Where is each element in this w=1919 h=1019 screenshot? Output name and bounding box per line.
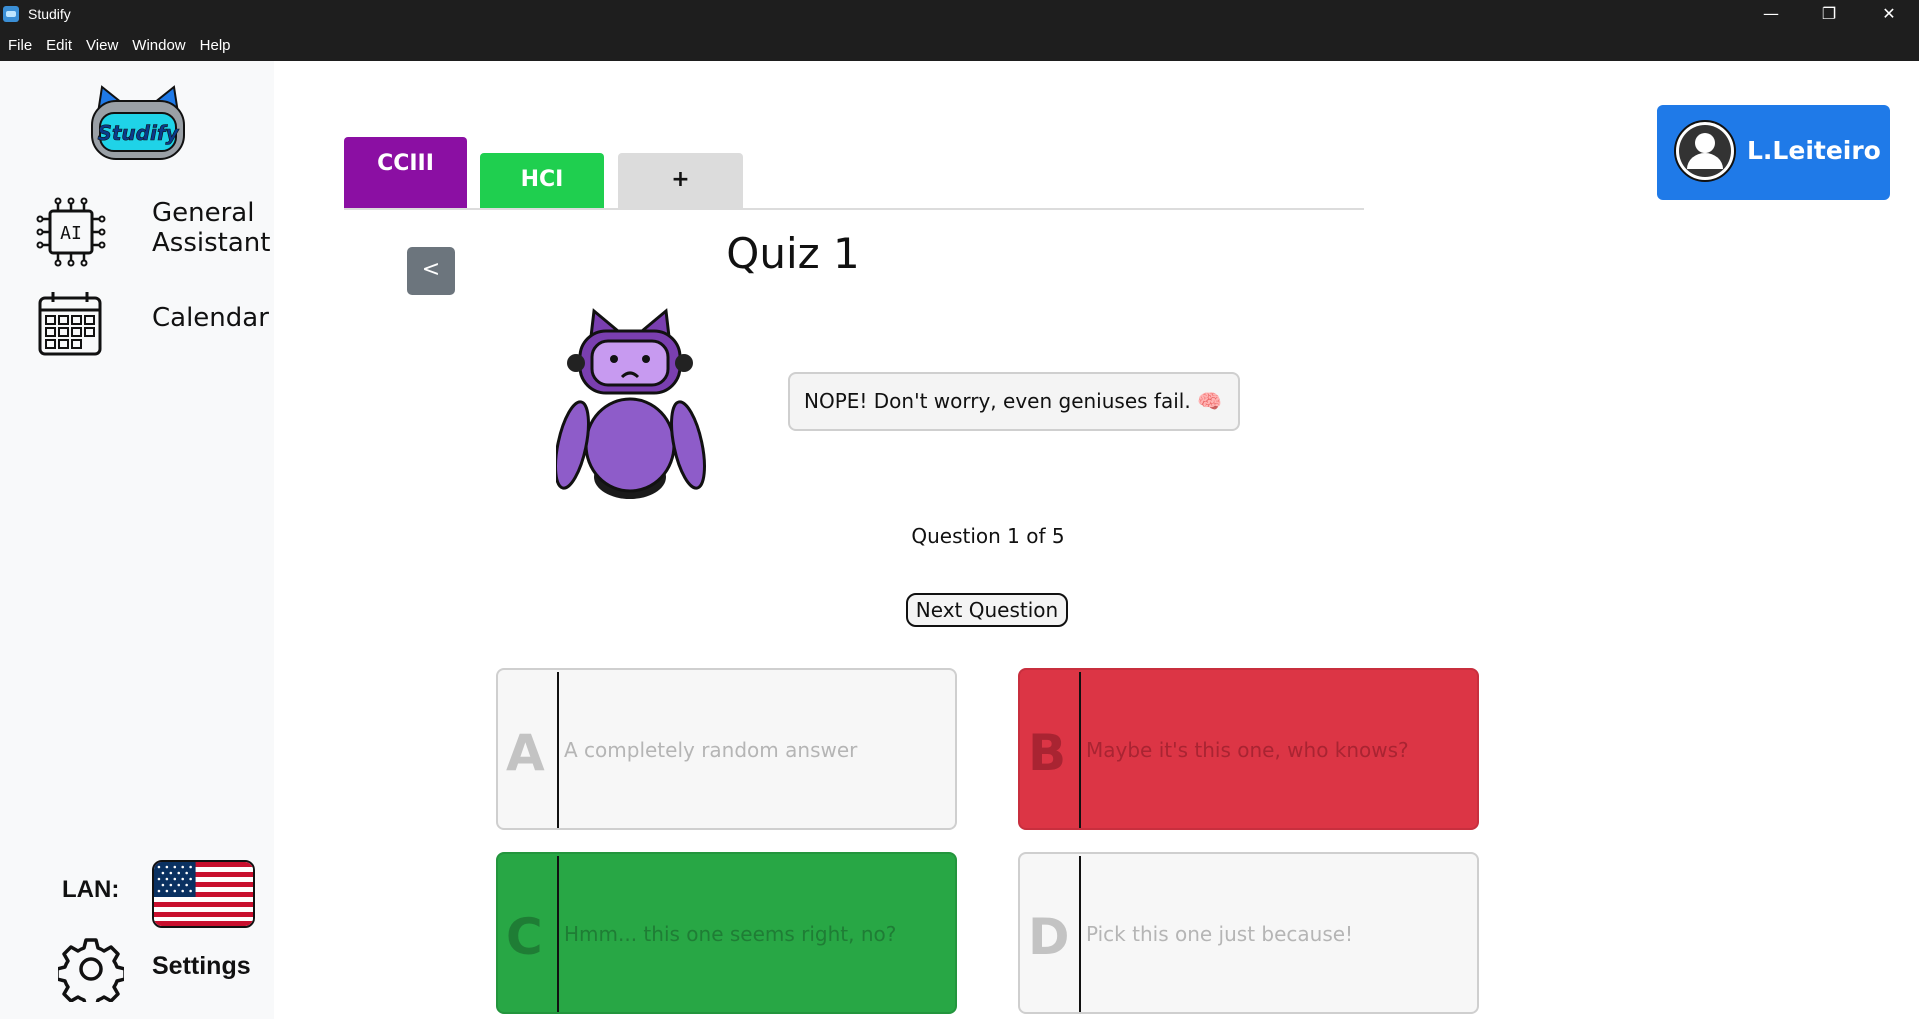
svg-text:AI: AI bbox=[60, 223, 82, 244]
answer-option-b[interactable]: B Maybe it's this one, who knows? bbox=[1018, 668, 1479, 830]
answer-letter: D bbox=[1028, 908, 1070, 966]
answer-divider bbox=[1079, 856, 1081, 1012]
menu-file[interactable]: File bbox=[8, 37, 32, 54]
settings-label[interactable]: Settings bbox=[152, 952, 251, 981]
add-tab-button[interactable]: + bbox=[618, 153, 743, 209]
app-icon bbox=[3, 6, 19, 22]
minimize-button[interactable]: — bbox=[1742, 0, 1800, 30]
answer-letter: A bbox=[506, 724, 545, 782]
answer-option-a[interactable]: A A completely random answer bbox=[496, 668, 957, 830]
menu-help[interactable]: Help bbox=[200, 37, 231, 54]
answer-letter: C bbox=[506, 908, 543, 966]
answer-letter: B bbox=[1028, 724, 1067, 782]
window-title: Studify bbox=[28, 6, 71, 22]
menu-window[interactable]: Window bbox=[132, 37, 185, 54]
gear-icon[interactable] bbox=[58, 936, 124, 1002]
tab-cciii[interactable]: CCIII bbox=[344, 137, 467, 209]
sidebar-item-calendar[interactable]: Calendar bbox=[36, 288, 269, 358]
answer-option-c[interactable]: C Hmm... this one seems right, no? bbox=[496, 852, 957, 1014]
sidebar-item-label: General bbox=[152, 198, 255, 228]
title-bar: Studify — ❐ ✕ bbox=[0, 0, 1919, 30]
user-profile-button[interactable]: L.Leiteiro bbox=[1657, 105, 1890, 200]
question-counter: Question 1 of 5 bbox=[911, 524, 1065, 548]
user-avatar-icon bbox=[1674, 120, 1736, 182]
us-flag-icon[interactable] bbox=[152, 860, 255, 928]
user-name: L.Leiteiro bbox=[1747, 136, 1881, 165]
language-label: LAN: bbox=[62, 876, 120, 903]
answer-option-d[interactable]: D Pick this one just because! bbox=[1018, 852, 1479, 1014]
quiz-title: Quiz 1 bbox=[726, 229, 860, 278]
feedback-bubble: NOPE! Don't worry, even geniuses fail. 🧠 bbox=[788, 372, 1240, 431]
sidebar: Studify AI General Assistant Calendar LA… bbox=[0, 61, 274, 1019]
mascot-illustration bbox=[556, 308, 706, 499]
ai-chip-icon: AI bbox=[36, 197, 106, 267]
close-button[interactable]: ✕ bbox=[1860, 0, 1918, 30]
menu-edit[interactable]: Edit bbox=[46, 37, 72, 54]
sidebar-item-general-assistant[interactable]: AI General Assistant bbox=[36, 197, 270, 267]
svg-text:Studify: Studify bbox=[97, 121, 179, 145]
answer-text: A completely random answer bbox=[564, 738, 858, 762]
menu-view[interactable]: View bbox=[86, 37, 118, 54]
calendar-icon bbox=[38, 292, 102, 356]
tab-hci[interactable]: HCI bbox=[480, 153, 604, 209]
next-question-button[interactable]: Next Question bbox=[906, 593, 1068, 627]
studify-logo[interactable]: Studify bbox=[84, 83, 192, 163]
tab-divider bbox=[344, 208, 1364, 210]
answer-text: Pick this one just because! bbox=[1086, 922, 1354, 946]
sidebar-item-label: Assistant bbox=[152, 228, 271, 258]
answer-divider bbox=[557, 856, 559, 1012]
back-button[interactable]: < bbox=[407, 247, 455, 295]
sidebar-item-label: Calendar bbox=[152, 303, 269, 333]
answer-text: Maybe it's this one, who knows? bbox=[1086, 738, 1409, 762]
menu-bar: File Edit View Window Help bbox=[0, 30, 1919, 61]
maximize-button[interactable]: ❐ bbox=[1800, 0, 1858, 30]
answer-text: Hmm... this one seems right, no? bbox=[564, 922, 897, 946]
answer-divider bbox=[1079, 672, 1081, 828]
answer-divider bbox=[557, 672, 559, 828]
